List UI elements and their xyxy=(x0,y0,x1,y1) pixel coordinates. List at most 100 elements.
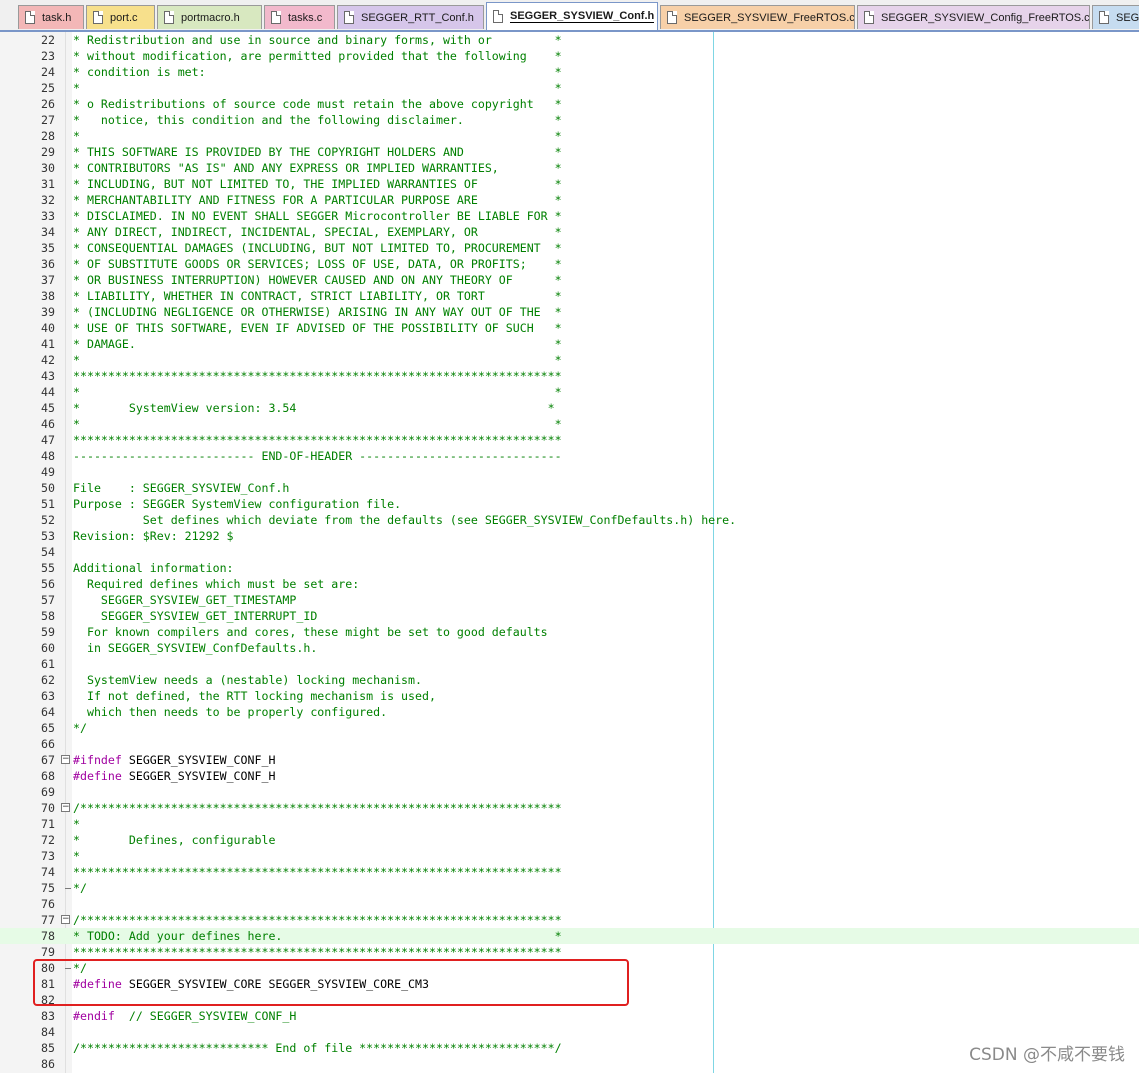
code-line[interactable]: 84 xyxy=(0,1024,1139,1040)
code-text: * * xyxy=(73,129,562,143)
line-number: 63 xyxy=(41,689,55,703)
code-line[interactable]: 76 xyxy=(0,896,1139,912)
tab-tasks-c[interactable]: tasks.c xyxy=(264,5,335,29)
line-number: 32 xyxy=(41,193,55,207)
code-line[interactable]: 45 * SystemView version: 3.54 * xyxy=(0,400,1139,416)
code-line[interactable]: 63 If not defined, the RTT locking mecha… xyxy=(0,688,1139,704)
line-number: 41 xyxy=(41,337,55,351)
line-number: 42 xyxy=(41,353,55,367)
code-line[interactable]: 22 * Redistribution and use in source and… xyxy=(0,32,1139,48)
code-line[interactable]: 46 * * xyxy=(0,416,1139,432)
tab-task-h[interactable]: task.h xyxy=(18,5,84,29)
code-text: * o Redistributions of source code must … xyxy=(73,97,562,111)
code-line[interactable]: 47 **************************************… xyxy=(0,432,1139,448)
fold-collapse-icon[interactable]: − xyxy=(61,915,70,924)
code-line[interactable]: 65 */ xyxy=(0,720,1139,736)
code-line[interactable]: 31 * INCLUDING, BUT NOT LIMITED TO, THE I… xyxy=(0,176,1139,192)
code-text: If not defined, the RTT locking mechanis… xyxy=(73,689,436,703)
code-line[interactable]: 44 * * xyxy=(0,384,1139,400)
code-line[interactable]: 53 Revision: $Rev: 21292 $ xyxy=(0,528,1139,544)
code-line[interactable]: 32 * MERCHANTABILITY AND FITNESS FOR A PA… xyxy=(0,192,1139,208)
code-line[interactable]: 58 SEGGER_SYSVIEW_GET_INTERRUPT_ID xyxy=(0,608,1139,624)
code-text: #define SEGGER_SYSVIEW_CONF_H xyxy=(73,768,275,784)
code-text: * INCLUDING, BUT NOT LIMITED TO, THE IMP… xyxy=(73,177,562,191)
code-line[interactable]: 28 * * xyxy=(0,128,1139,144)
code-line[interactable]: 23 * without modification, are permitted … xyxy=(0,48,1139,64)
code-text: * OR BUSINESS INTERRUPTION) HOWEVER CAUS… xyxy=(73,273,562,287)
code-line[interactable]: 51 Purpose : SEGGER SystemView configurat… xyxy=(0,496,1139,512)
code-line[interactable]: 66 xyxy=(0,736,1139,752)
code-line[interactable]: 48 -------------------------- END-OF-HEAD… xyxy=(0,448,1139,464)
tab-segger-sysview-freertos-c[interactable]: SEGGER_SYSVIEW_FreeRTOS.c xyxy=(660,5,855,29)
code-line[interactable]: 78 * TODO: Add your defines here. * xyxy=(0,928,1139,944)
code-line[interactable]: 64 which then needs to be properly confi… xyxy=(0,704,1139,720)
code-line[interactable]: 75 */ xyxy=(0,880,1139,896)
code-line[interactable]: 71 * xyxy=(0,816,1139,832)
code-text: * * xyxy=(73,417,562,431)
code-line[interactable]: 74 **************************************… xyxy=(0,864,1139,880)
code-line[interactable]: 26 * o Redistributions of source code mus… xyxy=(0,96,1139,112)
code-line[interactable]: 52 Set defines which deviate from the de… xyxy=(0,512,1139,528)
code-text: * xyxy=(73,817,80,831)
code-line[interactable]: 43 **************************************… xyxy=(0,368,1139,384)
code-line[interactable]: 40 * USE OF THIS SOFTWARE, EVEN IF ADVISE… xyxy=(0,320,1139,336)
code-line[interactable]: 33 * DISCLAIMED. IN NO EVENT SHALL SEGGER… xyxy=(0,208,1139,224)
code-text: * Redistribution and use in source and b… xyxy=(73,33,562,47)
tab-port-c[interactable]: port.c xyxy=(86,5,155,29)
code-line[interactable]: 49 xyxy=(0,464,1139,480)
code-line[interactable]: 29 * THIS SOFTWARE IS PROVIDED BY THE COP… xyxy=(0,144,1139,160)
code-line[interactable]: 56 Required defines which must be set ar… xyxy=(0,576,1139,592)
code-line[interactable]: 69 xyxy=(0,784,1139,800)
fold-collapse-icon[interactable]: − xyxy=(61,755,70,764)
code-line[interactable]: 55 Additional information: xyxy=(0,560,1139,576)
code-line[interactable]: 72 * Defines, configurable xyxy=(0,832,1139,848)
code-line[interactable]: 35 * CONSEQUENTIAL DAMAGES (INCLUDING, BU… xyxy=(0,240,1139,256)
line-number: 70 xyxy=(41,801,55,815)
code-editor[interactable]: 22 * Redistribution and use in source and… xyxy=(0,32,1139,1073)
line-number: 56 xyxy=(41,577,55,591)
code-line[interactable]: 54 xyxy=(0,544,1139,560)
code-line[interactable]: 30 * CONTRIBUTORS "AS IS" AND ANY EXPRESS… xyxy=(0,160,1139,176)
code-text: * * xyxy=(73,81,562,95)
code-line[interactable]: 70−/************************************… xyxy=(0,800,1139,816)
code-lines[interactable]: 22 * Redistribution and use in source and… xyxy=(0,32,1139,1072)
line-number: 62 xyxy=(41,673,55,687)
code-line[interactable]: 39 * (INCLUDING NEGLIGENCE OR OTHERWISE) … xyxy=(0,304,1139,320)
line-number: 38 xyxy=(41,289,55,303)
code-line[interactable]: 77−/************************************… xyxy=(0,912,1139,928)
code-line[interactable]: 68 #define SEGGER_SYSVIEW_CONF_H xyxy=(0,768,1139,784)
code-line[interactable]: 34 * ANY DIRECT, INDIRECT, INCIDENTAL, SP… xyxy=(0,224,1139,240)
tab-segger-rtt-conf-h[interactable]: SEGGER_RTT_Conf.h xyxy=(337,5,484,29)
fold-collapse-icon[interactable]: − xyxy=(61,803,70,812)
code-line[interactable]: 27 * notice, this condition and the follo… xyxy=(0,112,1139,128)
line-number: 74 xyxy=(41,865,55,879)
code-line[interactable]: 79 **************************************… xyxy=(0,944,1139,960)
code-line[interactable]: 38 * LIABILITY, WHETHER IN CONTRACT, STRI… xyxy=(0,288,1139,304)
tab-seg[interactable]: SEG xyxy=(1092,5,1139,29)
code-line[interactable]: 73 * xyxy=(0,848,1139,864)
line-number: 86 xyxy=(41,1057,55,1071)
line-number: 29 xyxy=(41,145,55,159)
tab-segger-sysview-config-freertos-c[interactable]: SEGGER_SYSVIEW_Config_FreeRTOS.c xyxy=(857,5,1090,29)
code-line[interactable]: 62 SystemView needs a (nestable) locking… xyxy=(0,672,1139,688)
code-line[interactable]: 59 For known compilers and cores, these … xyxy=(0,624,1139,640)
preprocessor-directive: #ifndef xyxy=(73,753,122,767)
line-number: 53 xyxy=(41,529,55,543)
line-number: 68 xyxy=(41,769,55,783)
code-line[interactable]: 50 File : SEGGER_SYSVIEW_Conf.h xyxy=(0,480,1139,496)
code-line[interactable]: 57 SEGGER_SYSVIEW_GET_TIMESTAMP xyxy=(0,592,1139,608)
code-line[interactable]: 37 * OR BUSINESS INTERRUPTION) HOWEVER CA… xyxy=(0,272,1139,288)
line-number: 83 xyxy=(41,1009,55,1023)
code-line[interactable]: 24 * condition is met: * xyxy=(0,64,1139,80)
code-line[interactable]: 61 xyxy=(0,656,1139,672)
tab-portmacro-h[interactable]: portmacro.h xyxy=(157,5,262,29)
code-line[interactable]: 67− #ifndef SEGGER_SYSVIEW_CONF_H xyxy=(0,752,1139,768)
code-line[interactable]: 41 * DAMAGE. * xyxy=(0,336,1139,352)
tab-segger-sysview-conf-h[interactable]: SEGGER_SYSVIEW_Conf.h xyxy=(486,2,658,30)
code-line[interactable]: 83 #endif // SEGGER_SYSVIEW_CONF_H xyxy=(0,1008,1139,1024)
code-line[interactable]: 60 in SEGGER_SYSVIEW_ConfDefaults.h. xyxy=(0,640,1139,656)
code-line[interactable]: 42 * * xyxy=(0,352,1139,368)
code-line[interactable]: 25 * * xyxy=(0,80,1139,96)
line-number: 65 xyxy=(41,721,55,735)
code-line[interactable]: 36 * OF SUBSTITUTE GOODS OR SERVICES; LOS… xyxy=(0,256,1139,272)
